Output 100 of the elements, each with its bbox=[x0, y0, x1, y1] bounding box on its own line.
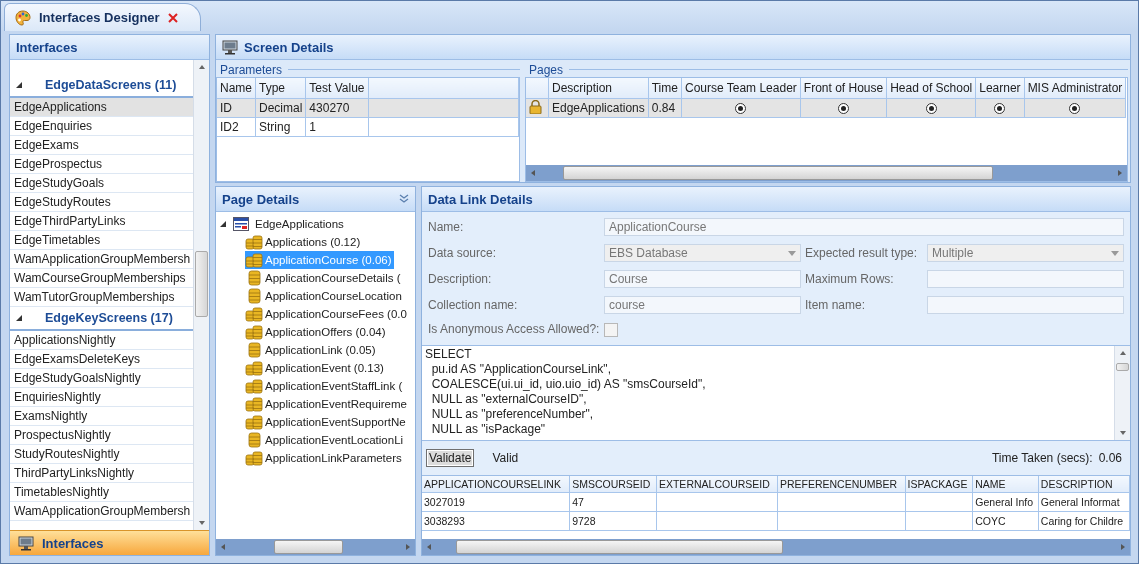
list-item[interactable]: WamApplicationGroupMembersh bbox=[10, 502, 193, 521]
list-item[interactable]: TimetablesNightly bbox=[10, 483, 193, 502]
vertical-scrollbar[interactable] bbox=[1114, 345, 1130, 440]
tree-item[interactable]: ApplicationEventLocationLi bbox=[245, 431, 406, 449]
column-header[interactable]: Name bbox=[217, 78, 256, 99]
radio-button[interactable] bbox=[925, 103, 937, 115]
column-header[interactable]: Head of School bbox=[886, 78, 976, 99]
table-cell: Caring for Childre bbox=[1040, 514, 1124, 527]
field-label: Data source: bbox=[428, 246, 498, 260]
tree-item[interactable]: ApplicationCourseLocation bbox=[245, 287, 404, 305]
scroll-thumb[interactable] bbox=[195, 250, 208, 318]
expand-icon[interactable] bbox=[15, 81, 23, 89]
horizontal-scrollbar[interactable] bbox=[422, 539, 1130, 555]
column-header[interactable]: Description bbox=[548, 78, 649, 99]
close-icon[interactable] bbox=[167, 12, 178, 23]
list-item[interactable]: StudyRoutesNightly bbox=[10, 445, 193, 464]
table-cell: General Info bbox=[975, 495, 1034, 508]
tree-item[interactable]: ApplicationCourseDetails ( bbox=[245, 269, 403, 287]
field-label: Maximum Rows: bbox=[805, 272, 895, 286]
radio-button[interactable] bbox=[735, 103, 747, 115]
collapse-icon[interactable] bbox=[399, 194, 409, 204]
dropdown[interactable]: Multiple bbox=[927, 244, 1124, 262]
column-header[interactable]: EXTERNALCOURSEID bbox=[656, 475, 778, 493]
tree-item[interactable]: ApplicationLinkParameters bbox=[245, 449, 404, 467]
column-header[interactable]: MIS Administrator bbox=[1024, 78, 1126, 99]
monitor-icon bbox=[18, 535, 34, 551]
list-item[interactable]: EdgeStudyGoalsNightly bbox=[10, 369, 193, 388]
expand-icon[interactable] bbox=[15, 314, 23, 322]
list-item[interactable]: WamCourseGroupMemberships bbox=[10, 269, 193, 288]
time-label: Time Taken (secs): bbox=[991, 450, 1093, 465]
tree-item[interactable]: ApplicationEventStaffLink ( bbox=[245, 377, 405, 395]
navigation-button[interactable]: Interfaces bbox=[10, 530, 209, 555]
field-label: Collection name: bbox=[428, 298, 519, 312]
list-item[interactable]: EdgeExams bbox=[10, 136, 193, 155]
code-line: SELECT bbox=[425, 346, 473, 362]
document-tab[interactable]: Interfaces Designer bbox=[4, 3, 201, 31]
horizontal-scrollbar[interactable] bbox=[526, 165, 1127, 181]
column-header[interactable]: DESCRIPTION bbox=[1038, 475, 1130, 493]
radio-button[interactable] bbox=[1069, 103, 1081, 115]
list-item[interactable]: EdgeStudyGoals bbox=[10, 174, 193, 193]
tree-item[interactable]: ApplicationOffers (0.04) bbox=[245, 323, 388, 341]
column-header[interactable]: ISPACKAGE bbox=[905, 475, 973, 493]
group-title: Parameters bbox=[220, 62, 283, 77]
list-item[interactable]: EdgeApplications bbox=[10, 98, 193, 117]
table-cell: ID bbox=[217, 98, 256, 118]
coins-icon bbox=[245, 450, 263, 466]
table-cell: COYC bbox=[975, 514, 1006, 527]
database-icon bbox=[245, 288, 263, 304]
list-item[interactable]: EdgeEnquiries bbox=[10, 117, 193, 136]
list-item[interactable]: EnquiriesNightly bbox=[10, 388, 193, 407]
table-cell: General Informat bbox=[1040, 495, 1120, 508]
list-item[interactable]: ThirdPartyLinksNightly bbox=[10, 464, 193, 483]
radio-button[interactable] bbox=[838, 103, 849, 115]
dropdown[interactable]: EBS Database bbox=[604, 244, 801, 262]
expand-icon[interactable] bbox=[219, 220, 227, 228]
column-header[interactable]: Learner bbox=[975, 78, 1025, 99]
column-header[interactable]: Test Value bbox=[305, 78, 368, 99]
table-row[interactable]: EdgeApplications 0.84 bbox=[526, 98, 1126, 118]
list-item[interactable]: WamApplicationGroupMembersh bbox=[10, 250, 193, 269]
code-line: NULL as "preferenceNumber", bbox=[430, 406, 595, 422]
column-header[interactable]: PREFERENCENUMBER bbox=[777, 475, 905, 493]
panel-title: Interfaces bbox=[16, 39, 78, 55]
list-item[interactable]: ExamsNightly bbox=[10, 407, 193, 426]
checkbox[interactable] bbox=[604, 322, 618, 337]
coins-icon bbox=[245, 360, 263, 376]
column-header[interactable]: Front of House bbox=[800, 78, 887, 99]
tree-item[interactable]: ApplicationCourseFees (0.0 bbox=[245, 305, 409, 323]
scroll-thumb[interactable] bbox=[274, 540, 343, 554]
tree-item[interactable]: ApplicationLink (0.05) bbox=[245, 341, 378, 359]
list-item[interactable]: EdgeThirdPartyLinks bbox=[10, 212, 193, 231]
tree-item[interactable]: ApplicationEvent (0.13) bbox=[245, 359, 386, 377]
column-header[interactable]: SMSCOURSEID bbox=[569, 475, 657, 493]
column-header[interactable]: Course Team Leader bbox=[681, 78, 801, 99]
code-line: NULL as "isPackage" bbox=[430, 421, 547, 437]
list-item[interactable]: ProspectusNightly bbox=[10, 426, 193, 445]
column-header[interactable]: Time bbox=[648, 78, 682, 99]
query-editor[interactable]: SELECT pu.id AS "ApplicationCourseLink", COALESCE(ui.ui_id, uio.uio_id) AS "smsCourseId", NULL as "externalCourseID", NULL as "preferenceNumber", NULL as "isPackage" bbox=[422, 344, 1130, 441]
radio-button[interactable] bbox=[994, 103, 1006, 115]
database-icon bbox=[245, 270, 263, 286]
tree-item[interactable]: ApplicationEventRequireme bbox=[245, 395, 409, 413]
column-header[interactable]: NAME bbox=[972, 475, 1039, 493]
list-item[interactable]: WamTutorGroupMemberships bbox=[10, 288, 193, 307]
tree-item[interactable]: EdgeApplications bbox=[219, 215, 415, 233]
scroll-thumb[interactable] bbox=[456, 540, 783, 554]
scroll-thumb[interactable] bbox=[1116, 363, 1129, 372]
column-header[interactable]: APPLICATIONCOURSELINK bbox=[422, 475, 570, 493]
list-item[interactable]: EdgeStudyRoutes bbox=[10, 193, 193, 212]
table-cell: 3038293 bbox=[424, 514, 465, 527]
list-item[interactable]: EdgeExamsDeleteKeys bbox=[10, 350, 193, 369]
vertical-scrollbar[interactable] bbox=[193, 60, 209, 530]
scroll-thumb[interactable] bbox=[562, 166, 993, 180]
table-cell: 3027019 bbox=[424, 495, 465, 508]
list-item[interactable]: EdgeTimetables bbox=[10, 231, 193, 250]
list-item[interactable]: EdgeProspectus bbox=[10, 155, 193, 174]
tree-item[interactable]: Applications (0.12) bbox=[245, 233, 363, 251]
column-header[interactable]: Type bbox=[255, 78, 306, 99]
validate-button[interactable]: Validate bbox=[426, 448, 475, 467]
tree-item[interactable]: ApplicationEventSupportNe bbox=[245, 413, 408, 431]
horizontal-scrollbar[interactable] bbox=[216, 539, 415, 555]
list-item[interactable]: ApplicationsNightly bbox=[10, 331, 193, 350]
